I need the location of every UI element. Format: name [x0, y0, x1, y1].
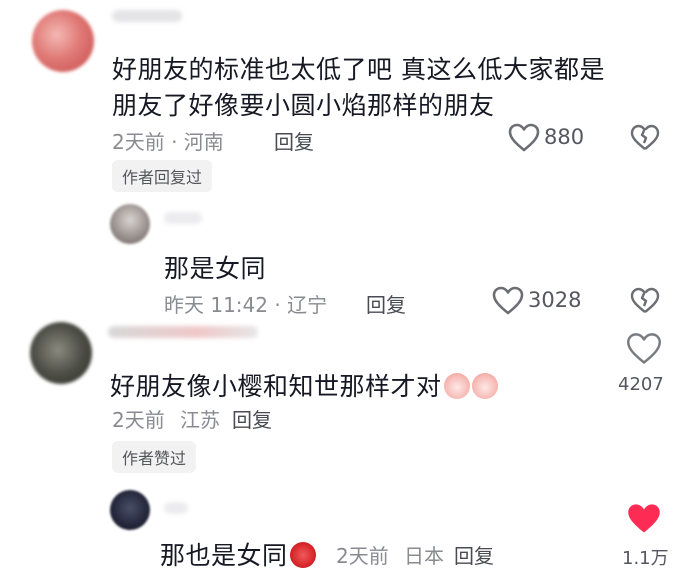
username-blurred[interactable]: [164, 502, 188, 514]
comment-text: 那也是女同: [160, 536, 316, 572]
avatar[interactable]: [110, 204, 150, 244]
heart-outline-icon[interactable]: [508, 123, 540, 153]
like-count: 1.1万: [622, 548, 669, 569]
avatar[interactable]: [30, 322, 92, 384]
blush-emoji-icon: [443, 373, 470, 399]
like-count: 880: [544, 125, 585, 149]
heart-broken-icon[interactable]: [630, 124, 660, 152]
like-count: 3028: [528, 288, 582, 312]
comment-text: 那是女同: [164, 254, 267, 283]
avatar[interactable]: [32, 10, 94, 72]
heart-broken-icon[interactable]: [630, 287, 660, 315]
username-blurred[interactable]: [112, 10, 182, 22]
comment-location: 日本: [404, 544, 444, 568]
reply-button[interactable]: 回复: [274, 126, 314, 155]
rose-emoji-icon: [289, 542, 316, 568]
comment-text: 好朋友像小樱和知世那样才对: [110, 367, 498, 403]
heart-outline-icon[interactable]: [492, 286, 524, 316]
comment-time: 2天前: [336, 544, 389, 568]
comment-time-location: 昨天 11:42 · 辽宁: [164, 293, 328, 317]
comment-text-content: 好朋友像小樱和知世那样才对: [110, 372, 442, 401]
reply-button[interactable]: 回复: [366, 289, 406, 318]
comment-time-location: 2天前 · 河南: [112, 130, 224, 154]
blush-emoji-icon: [471, 373, 498, 399]
author-liked-badge: 作者赞过: [112, 441, 197, 473]
comment-time: 2天前: [112, 408, 165, 432]
username-blurred[interactable]: [108, 326, 258, 338]
username-blurred[interactable]: [164, 212, 202, 224]
avatar[interactable]: [110, 490, 150, 530]
comment-text: 朋友了好像要小圆小焰那样的朋友: [112, 91, 495, 120]
heart-outline-icon[interactable]: [626, 332, 662, 366]
comment-location: 江苏: [180, 408, 220, 432]
reply-button[interactable]: 回复: [232, 404, 272, 433]
reply-button[interactable]: 回复: [454, 540, 494, 569]
author-replied-badge: 作者回复过: [112, 160, 213, 192]
comment-text: 好朋友的标准也太低了吧 真这么低大家都是: [112, 55, 605, 84]
heart-filled-icon[interactable]: [626, 502, 662, 536]
comment-text-content: 那也是女同: [160, 541, 288, 570]
like-count: 4207: [618, 374, 664, 395]
